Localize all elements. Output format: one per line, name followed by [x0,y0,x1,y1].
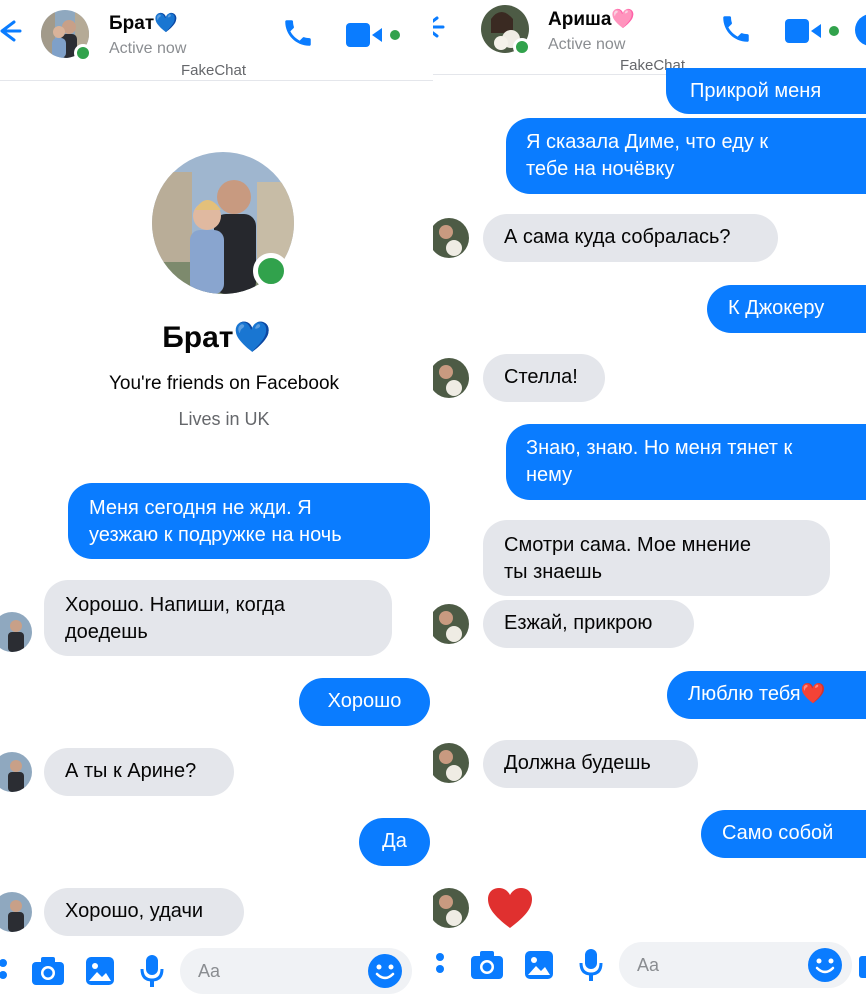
message-bubble-received[interactable]: Езжай, прикрою [483,600,694,648]
message-bubble-received[interactable]: А сама куда собралась? [483,214,778,262]
more-actions-icon[interactable] [433,952,447,976]
message-bubble-received[interactable]: А ты к Арине? [44,748,234,796]
profile-online-indicator [253,253,289,289]
message-bubble-received[interactable]: Должна будешь [483,740,698,788]
contact-name: Брат💙 [109,13,178,34]
camera-icon[interactable] [470,950,504,980]
message-bubble-received[interactable]: Стелла! [483,354,605,402]
composer-bar: Aa [0,936,433,996]
sender-avatar [433,888,469,928]
sender-avatar [433,604,469,644]
message-input-placeholder: Aa [637,955,660,975]
profile-name: Брат💙 [162,321,271,354]
message-bubble-sent[interactable]: Меня сегодня не жди. Я уезжаю к подружке… [68,483,430,559]
composer-bar: Aa [433,930,866,996]
message-input-placeholder: Aa [198,961,221,981]
video-call-icon[interactable] [785,16,841,46]
watermark: FakeChat [181,62,247,79]
microphone-icon[interactable] [140,954,164,988]
conversation-brat: Брат💙 Active now FakeChat Брат💙 You're f… [0,0,433,996]
sender-avatar [433,743,469,783]
chat-header: Ариша🩷 Active now FakeChat [433,0,866,75]
message-bubble-received[interactable]: Смотри сама. Мое мнение ты знаешь [483,520,830,596]
sender-avatar [0,612,32,652]
info-icon[interactable] [853,12,866,48]
message-bubble-sent[interactable]: Прикрой меня [666,68,866,114]
emoji-icon[interactable] [807,947,843,983]
message-bubble-sent[interactable]: Да [359,818,430,866]
heart-emoji: ❤️ [800,683,826,705]
heart-reaction-icon[interactable] [486,886,534,930]
back-arrow-icon[interactable] [0,16,24,46]
microphone-icon[interactable] [579,948,603,982]
video-call-icon[interactable] [346,20,402,50]
camera-icon[interactable] [31,956,65,986]
like-icon[interactable] [857,952,866,980]
message-bubble-sent[interactable]: Само собой [701,810,866,858]
phone-icon[interactable] [281,16,315,50]
emoji-icon[interactable] [367,953,403,989]
message-bubble-sent[interactable]: Я сказала Диме, что еду к тебе на ночёвк… [506,118,866,194]
sender-avatar [0,752,32,792]
message-bubble-sent[interactable]: Люблю тебя❤️ [667,671,866,719]
chat-header: Брат💙 Active now FakeChat [0,0,433,81]
message-bubble-received[interactable]: Хорошо, удачи [44,888,244,936]
gallery-icon[interactable] [85,956,115,986]
conversation-arisha: Ариша🩷 Active now FakeChat Прикрой меня … [433,0,866,996]
message-input[interactable]: Aa [180,948,412,994]
message-bubble-received[interactable]: Хорошо. Напиши, когда доедешь [44,580,392,656]
sender-avatar [0,892,32,932]
message-bubble-sent[interactable]: Хорошо [299,678,430,726]
contact-status: Active now [548,36,626,53]
online-indicator [74,44,92,62]
gallery-icon[interactable] [524,950,554,980]
phone-icon[interactable] [719,12,753,46]
back-arrow-icon[interactable] [433,12,447,42]
message-input[interactable]: Aa [619,942,852,988]
online-indicator [513,38,531,56]
message-bubble-sent[interactable]: Знаю, знаю. Но меня тянет к нему [506,424,866,500]
message-bubble-sent[interactable]: К Джокеру [707,285,866,333]
more-actions-icon[interactable] [0,958,10,982]
location-info: Lives in UK [178,409,270,429]
friends-info: You're friends on Facebook [108,373,340,394]
sender-avatar [433,358,469,398]
contact-name: Ариша🩷 [548,9,636,30]
sender-avatar [433,218,469,258]
contact-status: Active now [109,40,187,57]
